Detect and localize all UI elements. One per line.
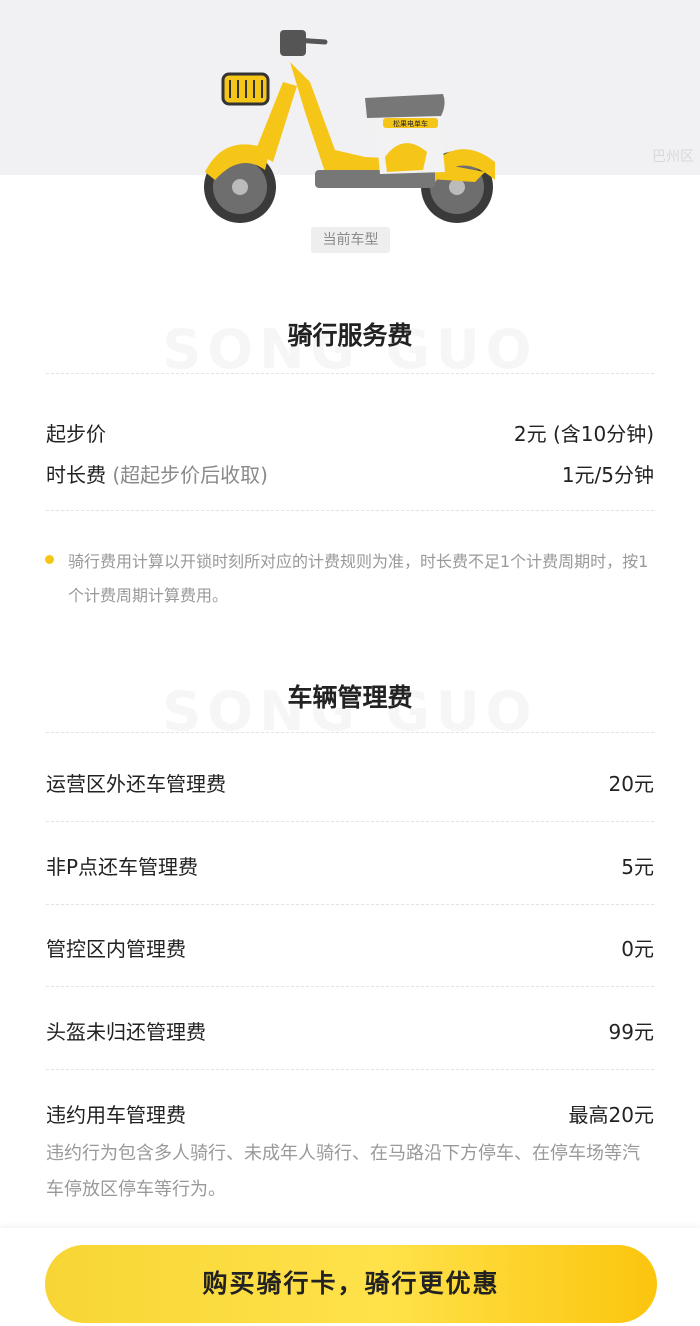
fee-label: 违约用车管理费 <box>46 1103 186 1127</box>
billing-rule-note: 骑行费用计算以开锁时刻所对应的计费规则为准，时长费不足1个计费周期时，按1个计费… <box>68 552 649 605</box>
fee-value: 1元/5分钟 <box>561 463 654 487</box>
divider <box>46 986 654 987</box>
divider <box>46 821 654 822</box>
fee-value: 20元 <box>608 772 654 796</box>
fee-value: 0元 <box>621 937 654 961</box>
violation-description: 违约行为包含多人骑行、未成年人骑行、在马路沿下方停车、在停车场等汽车停放区停车等… <box>46 1143 640 1200</box>
divider <box>46 1069 654 1070</box>
fee-label: 头盔未归还管理费 <box>46 1020 206 1044</box>
fee-value: 5元 <box>621 855 654 879</box>
fee-label: 管控区内管理费 <box>46 937 186 961</box>
fee-label: 非P点还车管理费 <box>46 855 199 879</box>
fee-label: 时长费 <box>46 463 106 487</box>
ride-fee-title: 骑行服务费 <box>287 321 413 350</box>
fee-value: 2元 (含10分钟) <box>513 422 654 446</box>
fee-label-note: (超起步价后收取) <box>112 463 268 487</box>
buy-ride-card-button[interactable]: 购买骑行卡，骑行更优惠 <box>45 1245 657 1323</box>
scooter-image: 松果电单车 <box>204 30 495 223</box>
divider <box>46 510 654 511</box>
fee-label: 运营区外还车管理费 <box>46 772 226 796</box>
divider <box>46 732 654 733</box>
scooter-brand-text: 松果电单车 <box>393 119 428 128</box>
current-model-tag: 当前车型 <box>311 227 390 253</box>
management-fee-title: 车辆管理费 <box>287 683 413 712</box>
fee-label-group: 时长费 (超起步价后收取) <box>46 459 268 488</box>
divider <box>46 373 654 374</box>
fee-value: 99元 <box>608 1020 654 1044</box>
divider <box>46 904 654 905</box>
region-label: 巴州区 <box>652 149 694 165</box>
fee-value: 最高20元 <box>568 1103 654 1127</box>
bullet-dot-icon <box>45 555 54 564</box>
fee-label: 起步价 <box>46 422 106 446</box>
